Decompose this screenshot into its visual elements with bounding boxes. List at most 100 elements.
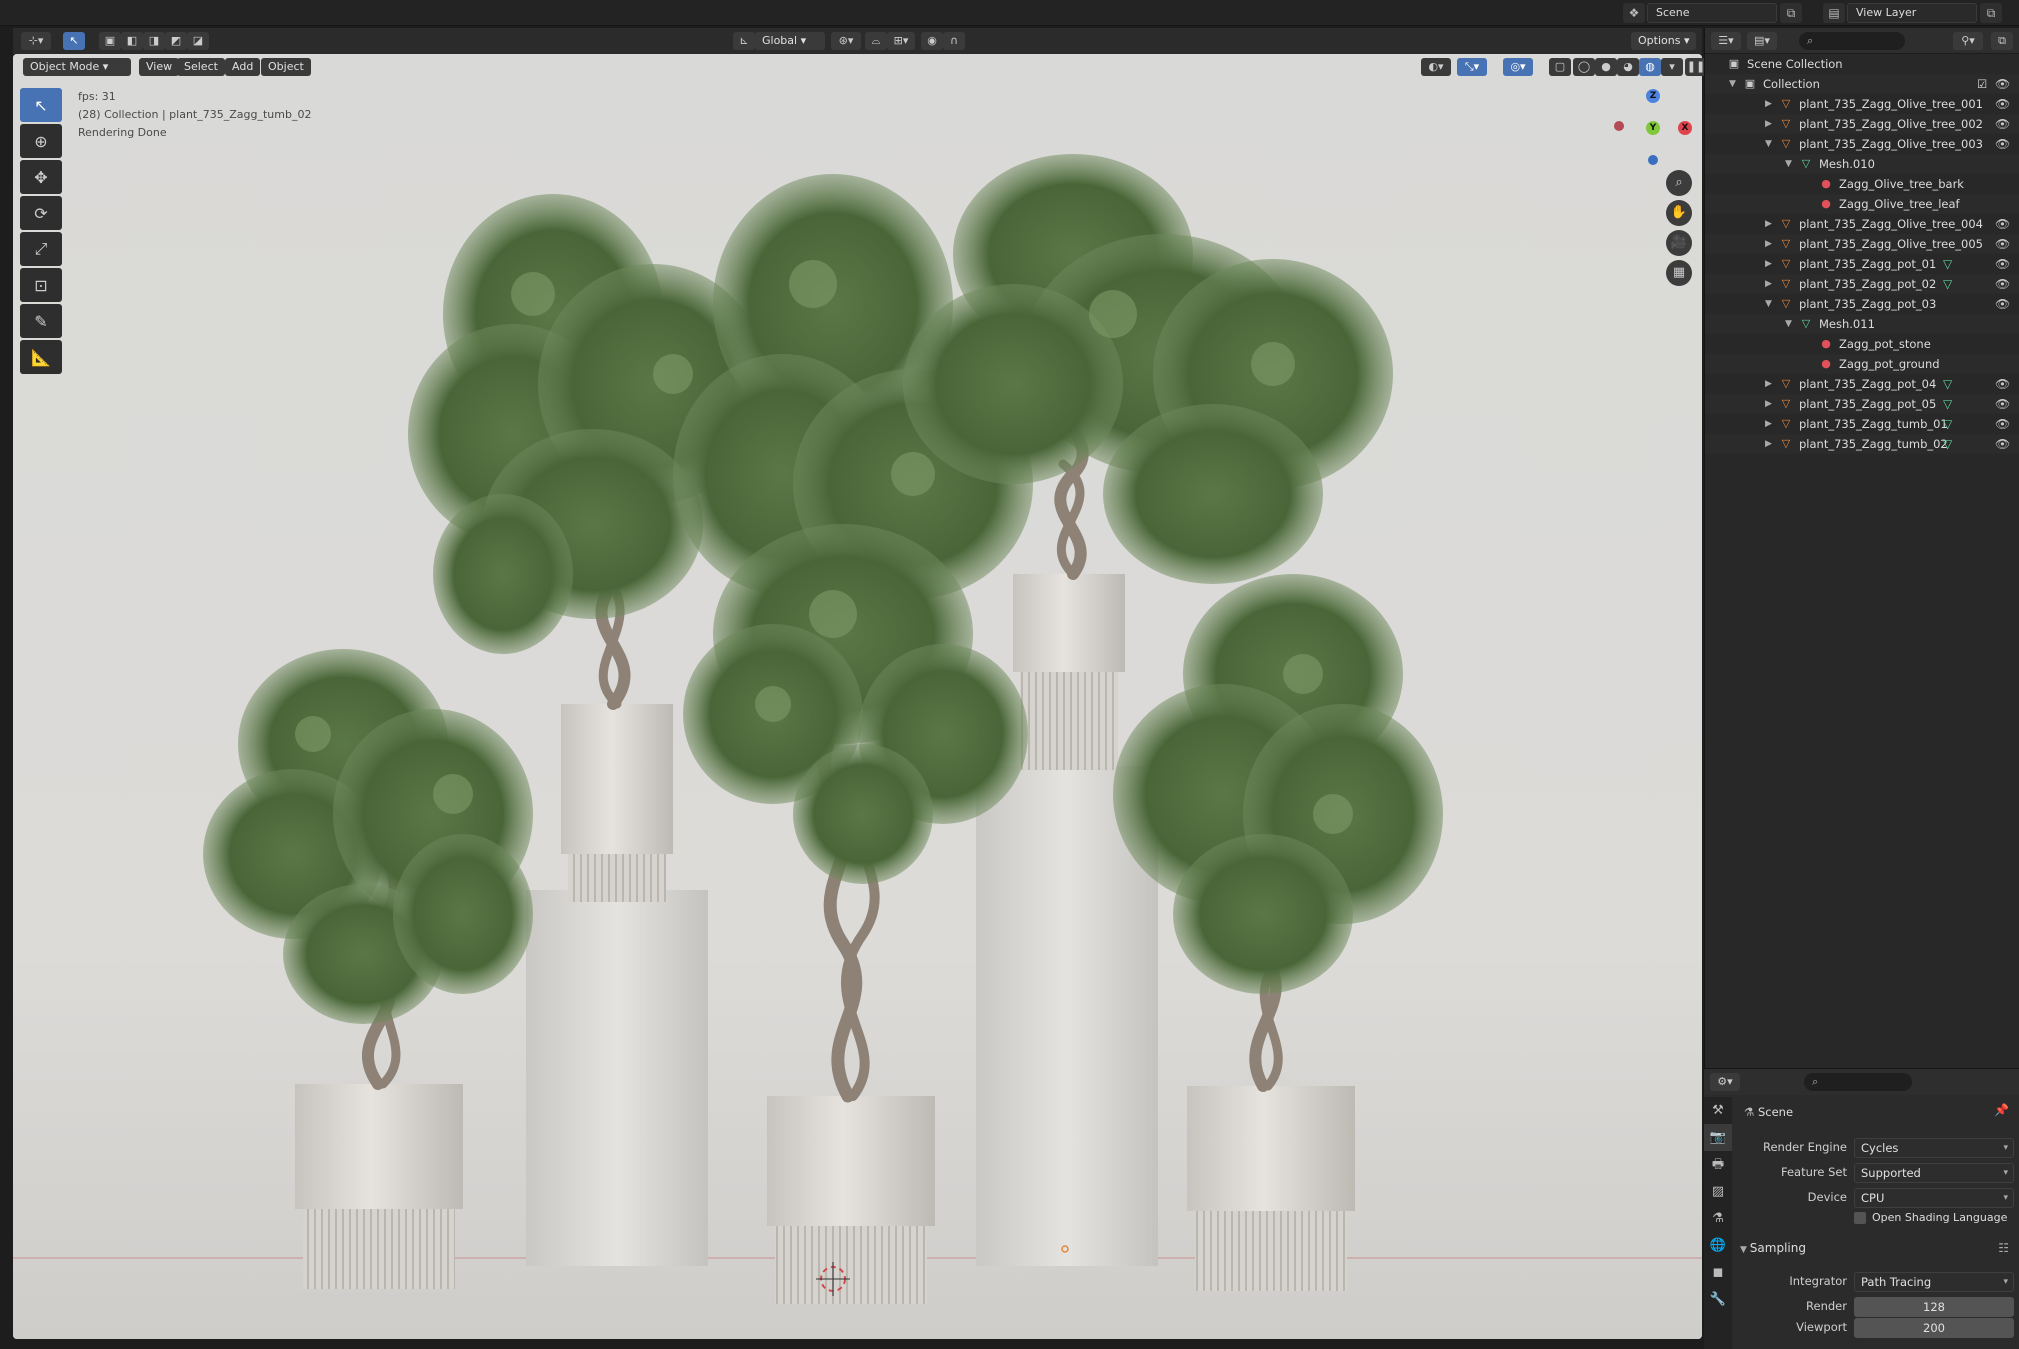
outliner-item[interactable]: ▶ ▽ plant_735_Zagg_pot_04 ▽ 👁 <box>1705 374 2019 394</box>
eye-icon[interactable]: 👁 <box>1995 434 2010 454</box>
outliner-item[interactable]: ▶ ▽ plant_735_Zagg_tumb_01 ▽ 👁 <box>1705 414 2019 434</box>
properties-search-input[interactable]: ⌕ <box>1804 1073 1912 1091</box>
osl-checkbox[interactable] <box>1854 1212 1866 1224</box>
shading-solid-icon[interactable]: ● <box>1595 58 1617 76</box>
pan-hand-icon[interactable]: ✋ <box>1666 200 1692 226</box>
presets-list-icon[interactable]: ☷ <box>1998 1241 2009 1255</box>
outliner-item[interactable]: ▶ ▽ plant_735_Zagg_pot_05 ▽ 👁 <box>1705 394 2019 414</box>
shading-material-icon[interactable]: ◕ <box>1617 58 1639 76</box>
camera-view-icon[interactable]: 🎥 <box>1666 230 1692 256</box>
rotate-tool-icon[interactable]: ⟳ <box>20 196 62 230</box>
3d-viewport[interactable] <box>13 54 1702 1339</box>
outliner-item[interactable]: ▶ ▽ plant_735_Zagg_Olive_tree_005 👁 <box>1705 234 2019 254</box>
eye-icon[interactable]: 👁 <box>1995 134 2010 154</box>
menu-add[interactable]: Add <box>225 58 261 76</box>
render-engine-dropdown[interactable]: Cycles ▾ <box>1854 1138 2014 1158</box>
menu-view[interactable]: View <box>139 58 180 76</box>
perspective-grid-icon[interactable]: ▦ <box>1666 260 1692 286</box>
filter-icon[interactable]: ⚲▾ <box>1953 32 1983 50</box>
outliner-item[interactable]: ▶ ▽ plant_735_Zagg_tumb_02 ▽ 👁 <box>1705 434 2019 454</box>
gizmo-toggle-icon[interactable]: ⤡▾ <box>1457 58 1487 76</box>
eye-icon[interactable]: 👁 <box>1995 214 2010 234</box>
collapse-arrow-icon[interactable]: ▼ <box>1765 134 1772 154</box>
object-tab-icon[interactable]: ◼ <box>1704 1259 1732 1286</box>
outliner-item[interactable]: ▶ ▽ plant_735_Zagg_Olive_tree_004 👁 <box>1705 214 2019 234</box>
gizmo-z-axis[interactable]: Z <box>1646 89 1660 103</box>
scale-tool-icon[interactable]: ⤢ <box>20 232 62 266</box>
expand-arrow-icon[interactable]: ▼ <box>1729 74 1736 94</box>
zoom-icon[interactable]: ⌕ <box>1666 170 1692 196</box>
world-tab-icon[interactable]: 🌐 <box>1704 1232 1732 1259</box>
outliner-item[interactable]: ▼ ▽ plant_735_Zagg_Olive_tree_003 👁 <box>1705 134 2019 154</box>
scene-browse-icon[interactable]: ❖ <box>1623 3 1645 23</box>
feature-set-dropdown[interactable]: Supported ▾ <box>1854 1163 2014 1183</box>
expand-arrow-icon[interactable]: ▶ <box>1765 394 1772 414</box>
collapse-arrow-icon[interactable]: ▼ <box>1785 314 1792 334</box>
expand-arrow-icon[interactable]: ▶ <box>1765 434 1772 454</box>
measure-tool-icon[interactable]: 📐 <box>20 340 62 374</box>
render-samples-field[interactable]: 128 <box>1854 1297 2014 1317</box>
transform-tool-icon[interactable]: ⊡ <box>20 268 62 302</box>
render-tab-icon[interactable]: 📷 <box>1704 1124 1732 1151</box>
gizmo-y-axis[interactable]: Y <box>1646 121 1660 135</box>
outliner-item[interactable]: ▶ ▽ plant_735_Zagg_Olive_tree_002 👁 <box>1705 114 2019 134</box>
eye-icon[interactable]: 👁 <box>1995 274 2010 294</box>
eye-icon[interactable]: 👁 <box>1995 374 2010 394</box>
view-layer-browse-icon[interactable]: ▤ <box>1823 3 1845 23</box>
eye-icon[interactable]: 👁 <box>1995 414 2010 434</box>
proportional-edit-icon[interactable]: ◉ <box>921 32 943 50</box>
pivot-point-icon[interactable]: ⊛▾ <box>831 32 861 50</box>
select-mode-invert-icon[interactable]: ◩ <box>165 32 187 50</box>
eye-icon[interactable]: 👁 <box>1995 254 2010 274</box>
select-mode-intersect-icon[interactable]: ◪ <box>187 32 209 50</box>
visibility-filter-icon[interactable]: ◐▾ <box>1421 58 1451 76</box>
shading-wireframe-icon[interactable]: ◯ <box>1573 58 1595 76</box>
gizmo-neg-z[interactable] <box>1648 155 1658 165</box>
outliner-scene-collection[interactable]: ▣ Scene Collection <box>1705 54 2019 74</box>
outliner-item[interactable]: ● Zagg_Olive_tree_leaf <box>1705 194 2019 214</box>
gizmo-x-axis[interactable]: X <box>1678 121 1692 135</box>
expand-arrow-icon[interactable]: ▶ <box>1765 114 1772 134</box>
snap-target-icon[interactable]: ⊞▾ <box>887 32 915 50</box>
transform-orientation-icon[interactable]: ⊾ <box>733 32 755 50</box>
select-tool-icon[interactable]: ↖ <box>20 88 62 122</box>
output-tab-icon[interactable]: 🖶 <box>1704 1151 1732 1178</box>
expand-arrow-icon[interactable]: ▶ <box>1765 274 1772 294</box>
outliner-item[interactable]: ▶ ▽ plant_735_Zagg_Olive_tree_001 👁 <box>1705 94 2019 114</box>
select-mode-new-icon[interactable]: ▣ <box>99 32 121 50</box>
outliner-editor-icon[interactable]: ☰▾ <box>1711 32 1741 50</box>
orientation-dropdown[interactable]: Global ▾ <box>755 32 825 50</box>
tool-tab-icon[interactable]: ⚒ <box>1704 1097 1732 1124</box>
shading-options-icon[interactable]: ▾ <box>1661 58 1683 76</box>
collapse-arrow-icon[interactable]: ▼ <box>1785 154 1792 174</box>
menu-object[interactable]: Object <box>261 58 311 76</box>
outliner-search-input[interactable]: ⌕ <box>1799 32 1905 50</box>
outliner-item[interactable]: ▼ ▽ Mesh.011 <box>1705 314 2019 334</box>
eye-icon[interactable]: 👁 <box>1995 394 2010 414</box>
outliner-item[interactable]: ▼ ▽ plant_735_Zagg_pot_03 👁 <box>1705 294 2019 314</box>
object-mode-dropdown[interactable]: Object Mode ▾ <box>23 58 131 76</box>
shading-rendered-icon[interactable]: ◍ <box>1639 58 1661 76</box>
viewport-samples-field[interactable]: 200 <box>1854 1318 2014 1338</box>
outliner-item[interactable]: ▶ ▽ plant_735_Zagg_pot_01 ▽ 👁 <box>1705 254 2019 274</box>
view-layer-selector[interactable]: View Layer <box>1847 3 1977 23</box>
eye-icon[interactable]: 👁 <box>1995 114 2010 134</box>
editor-type-icon[interactable]: ⊹▾ <box>21 32 51 50</box>
mesh-data-icon[interactable]: ▽ <box>1943 414 1952 434</box>
expand-arrow-icon[interactable]: ▶ <box>1765 234 1772 254</box>
menu-select[interactable]: Select <box>177 58 225 76</box>
device-dropdown[interactable]: CPU ▾ <box>1854 1188 2014 1208</box>
view-layer-tab-icon[interactable]: ▨ <box>1704 1178 1732 1205</box>
cursor-tool-icon[interactable]: ⊕ <box>20 124 62 158</box>
collapse-arrow-icon[interactable]: ▼ <box>1765 294 1772 314</box>
expand-arrow-icon[interactable]: ▶ <box>1765 94 1772 114</box>
gizmo-neg-x[interactable] <box>1614 121 1624 131</box>
options-dropdown[interactable]: Options ▾ <box>1631 32 1697 50</box>
expand-arrow-icon[interactable]: ▶ <box>1765 414 1772 434</box>
sampling-panel-header[interactable]: ▼ Sampling ☷ <box>1740 1241 2015 1261</box>
pin-icon[interactable]: 📌 <box>1994 1103 2009 1117</box>
snap-icon[interactable]: ⌓ <box>865 32 887 50</box>
new-scene-icon[interactable]: ⧉ <box>1780 3 1802 23</box>
move-tool-icon[interactable]: ✥ <box>20 160 62 194</box>
collection-checkbox[interactable]: ☑ <box>1977 74 1987 94</box>
